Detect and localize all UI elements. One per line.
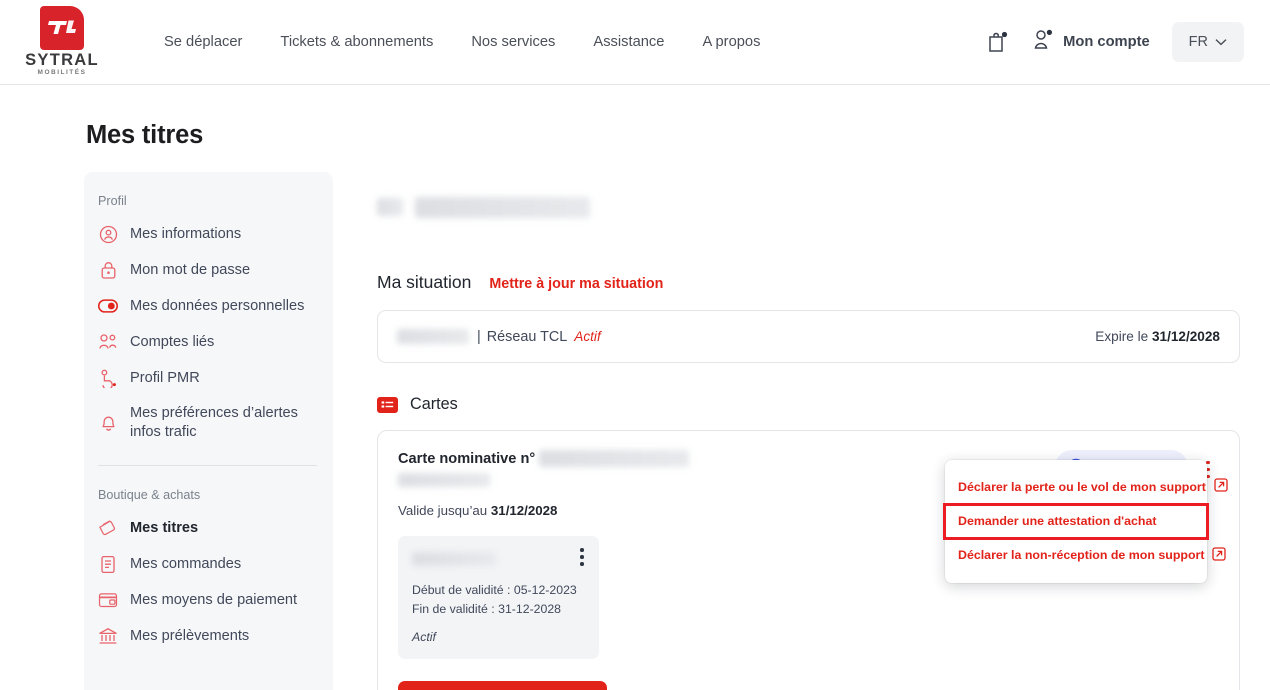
carte-card-info: Carte nominative n° Valide jusqu’au 31/1…	[398, 450, 690, 518]
tickets-icon	[98, 518, 118, 538]
sidebar-item-mes-moyens-de-paiement[interactable]: Mes moyens de paiement	[84, 582, 333, 618]
wallet-icon	[98, 590, 118, 610]
sidebar-item-label: Mes informations	[130, 225, 242, 242]
sidebar-item-mon-mot-de-passe[interactable]: Mon mot de passe	[84, 252, 333, 288]
account-sidebar: Profil Mes informations Mon mot de passe	[84, 172, 333, 690]
situation-expiry: Expire le 31/12/2028	[1095, 329, 1220, 344]
page-layout: Profil Mes informations Mon mot de passe	[0, 172, 1270, 690]
sidebar-item-label: Mes préférences d’alertes infos trafic	[130, 405, 298, 440]
nav-item-assistance[interactable]: Assistance	[593, 34, 664, 50]
dropdown-item-label: Déclarer la non-réception de mon support	[958, 548, 1205, 563]
sidebar-item-label: Profil PMR	[130, 369, 200, 386]
nav-item-nos-services[interactable]: Nos services	[471, 34, 555, 50]
update-situation-link[interactable]: Mettre à jour ma situation	[489, 276, 663, 292]
sidebar-item-label: Mes données personnelles	[130, 297, 305, 314]
kebab-menu-icon[interactable]	[571, 544, 593, 570]
account-button[interactable]: Mon compte	[1032, 28, 1150, 57]
dropdown-item-label: Demander une attestation d'achat	[958, 513, 1157, 528]
cartes-section-header: Cartes	[377, 395, 1240, 414]
situation-card-left: | Réseau TCL Actif	[397, 329, 601, 345]
tcl-logo-icon	[40, 5, 84, 50]
users-icon	[98, 332, 118, 352]
carte-title: Carte nominative n°	[398, 450, 536, 467]
sidebar-item-label: Mes prélèvements	[130, 628, 250, 644]
sidebar-group-label-profil: Profil	[98, 194, 127, 208]
redacted-titre-name	[412, 551, 496, 566]
carte-validity-date: 31/12/2028	[490, 503, 558, 518]
sidebar-item-mes-informations[interactable]: Mes informations	[84, 216, 333, 252]
carte-validity: Valide jusqu’au 31/12/2028	[398, 503, 689, 518]
sidebar-item-label: Mes commandes	[130, 556, 242, 572]
titre-subcard: Début de validité : 05-12-2023 Fin de va…	[398, 536, 599, 660]
redacted-account-name	[415, 196, 590, 218]
sidebar-divider	[98, 465, 317, 467]
logo-brand: SYTRAL	[25, 50, 99, 69]
redacted-card-number	[539, 450, 690, 467]
sidebar-item-mes-prelevements[interactable]: Mes prélèvements	[84, 618, 333, 654]
redacted-card-holder-row	[398, 471, 689, 489]
situation-network: Réseau TCL	[486, 328, 568, 345]
card-icon	[377, 396, 398, 413]
situation-expiry-date: 31/12/2028	[1151, 329, 1220, 344]
recharger-ma-carte-button[interactable]: Recharger ma carte	[398, 681, 608, 690]
account-header-redacted	[377, 190, 1240, 224]
situation-card: | Réseau TCL Actif Expire le 31/12/2028	[377, 310, 1240, 363]
accessibility-icon	[98, 368, 118, 388]
dropdown-item-declarer-non-reception[interactable]: Déclarer la non-réception de mon support	[945, 538, 1227, 574]
sidebar-item-preferences-alertes[interactable]: Mes préférences d’alertes infos trafic	[84, 396, 333, 449]
situation-title: Ma situation	[377, 272, 472, 292]
site-header: SYTRAL MOBILITÉS Se déplacer Tickets & a…	[0, 0, 1270, 85]
nav-item-a-propos[interactable]: A propos	[702, 34, 760, 50]
lock-icon	[98, 260, 118, 280]
document-icon	[98, 554, 118, 574]
logo-subtitle: MOBILITÉS	[37, 69, 87, 77]
main-content: Ma situation Mettre à jour ma situation …	[333, 172, 1270, 690]
sidebar-item-label: Mon mot de passe	[130, 261, 251, 278]
nav-item-tickets-abonnements[interactable]: Tickets & abonnements	[280, 34, 433, 50]
dropdown-item-declarer-perte-vol[interactable]: Déclarer la perte ou le vol de mon suppo…	[945, 469, 1228, 505]
language-label: FR	[1188, 34, 1208, 50]
carte-title-row: Carte nominative n°	[398, 450, 690, 467]
language-selector[interactable]: FR	[1171, 22, 1244, 62]
sidebar-item-label: Comptes liés	[130, 333, 215, 350]
dropdown-item-demander-attestation-achat[interactable]: Demander une attestation d'achat	[943, 502, 1209, 540]
sidebar-item-comptes-lies[interactable]: Comptes liés	[84, 324, 333, 360]
situation-section-header: Ma situation Mettre à jour ma situation	[377, 272, 1240, 293]
sidebar-group-label-boutique: Boutique & achats	[98, 488, 201, 503]
bell-icon	[98, 413, 118, 433]
nav-item-se-deplacer[interactable]: Se déplacer	[164, 34, 242, 50]
titre-end-date: Fin de validité : 31-12-2028	[412, 602, 562, 617]
sidebar-item-mes-donnees-personnelles[interactable]: Mes données personnelles	[84, 288, 333, 324]
sidebar-item-profil-pmr[interactable]: Profil PMR	[84, 360, 333, 396]
toggle-icon	[98, 296, 118, 316]
main-nav: Se déplacer Tickets & abonnements Nos se…	[164, 34, 760, 50]
sidebar-item-mes-commandes[interactable]: Mes commandes	[84, 546, 333, 582]
sidebar-item-mes-titres[interactable]: Mes titres	[84, 510, 333, 546]
logo[interactable]: SYTRAL MOBILITÉS	[12, 5, 112, 78]
redacted-situation-label	[397, 329, 469, 344]
cartes-label: Cartes	[410, 395, 458, 413]
dropdown-item-label: Déclarer la perte ou le vol de mon suppo…	[958, 479, 1206, 494]
bank-icon	[98, 626, 118, 646]
redacted-avatar	[377, 198, 403, 216]
user-icon	[1032, 28, 1055, 57]
situation-status: Actif	[574, 329, 601, 344]
card-actions-dropdown: Déclarer la perte ou le vol de mon suppo…	[943, 460, 1228, 583]
carte-validity-prefix: Valide jusqu’au	[398, 503, 491, 518]
user-circle-icon	[98, 224, 118, 244]
situation-expiry-prefix: Expire le	[1095, 329, 1152, 344]
shopping-bag-icon[interactable]	[976, 21, 1018, 63]
titre-status: Actif	[412, 630, 436, 645]
titre-start-date: Début de validité : 05-12-2023	[412, 583, 577, 597]
sidebar-item-label: Mes titres	[130, 520, 199, 536]
situation-separator: |	[477, 328, 481, 345]
header-actions: Mon compte FR	[976, 0, 1244, 84]
external-link-icon	[1212, 547, 1227, 565]
chevron-down-icon	[1215, 33, 1227, 51]
external-link-icon	[1214, 478, 1228, 496]
account-label: Mon compte	[1063, 34, 1150, 50]
page-title: Mes titres	[86, 121, 204, 149]
redacted-card-holder	[398, 472, 490, 487]
sidebar-item-label: Mes moyens de paiement	[130, 592, 298, 608]
